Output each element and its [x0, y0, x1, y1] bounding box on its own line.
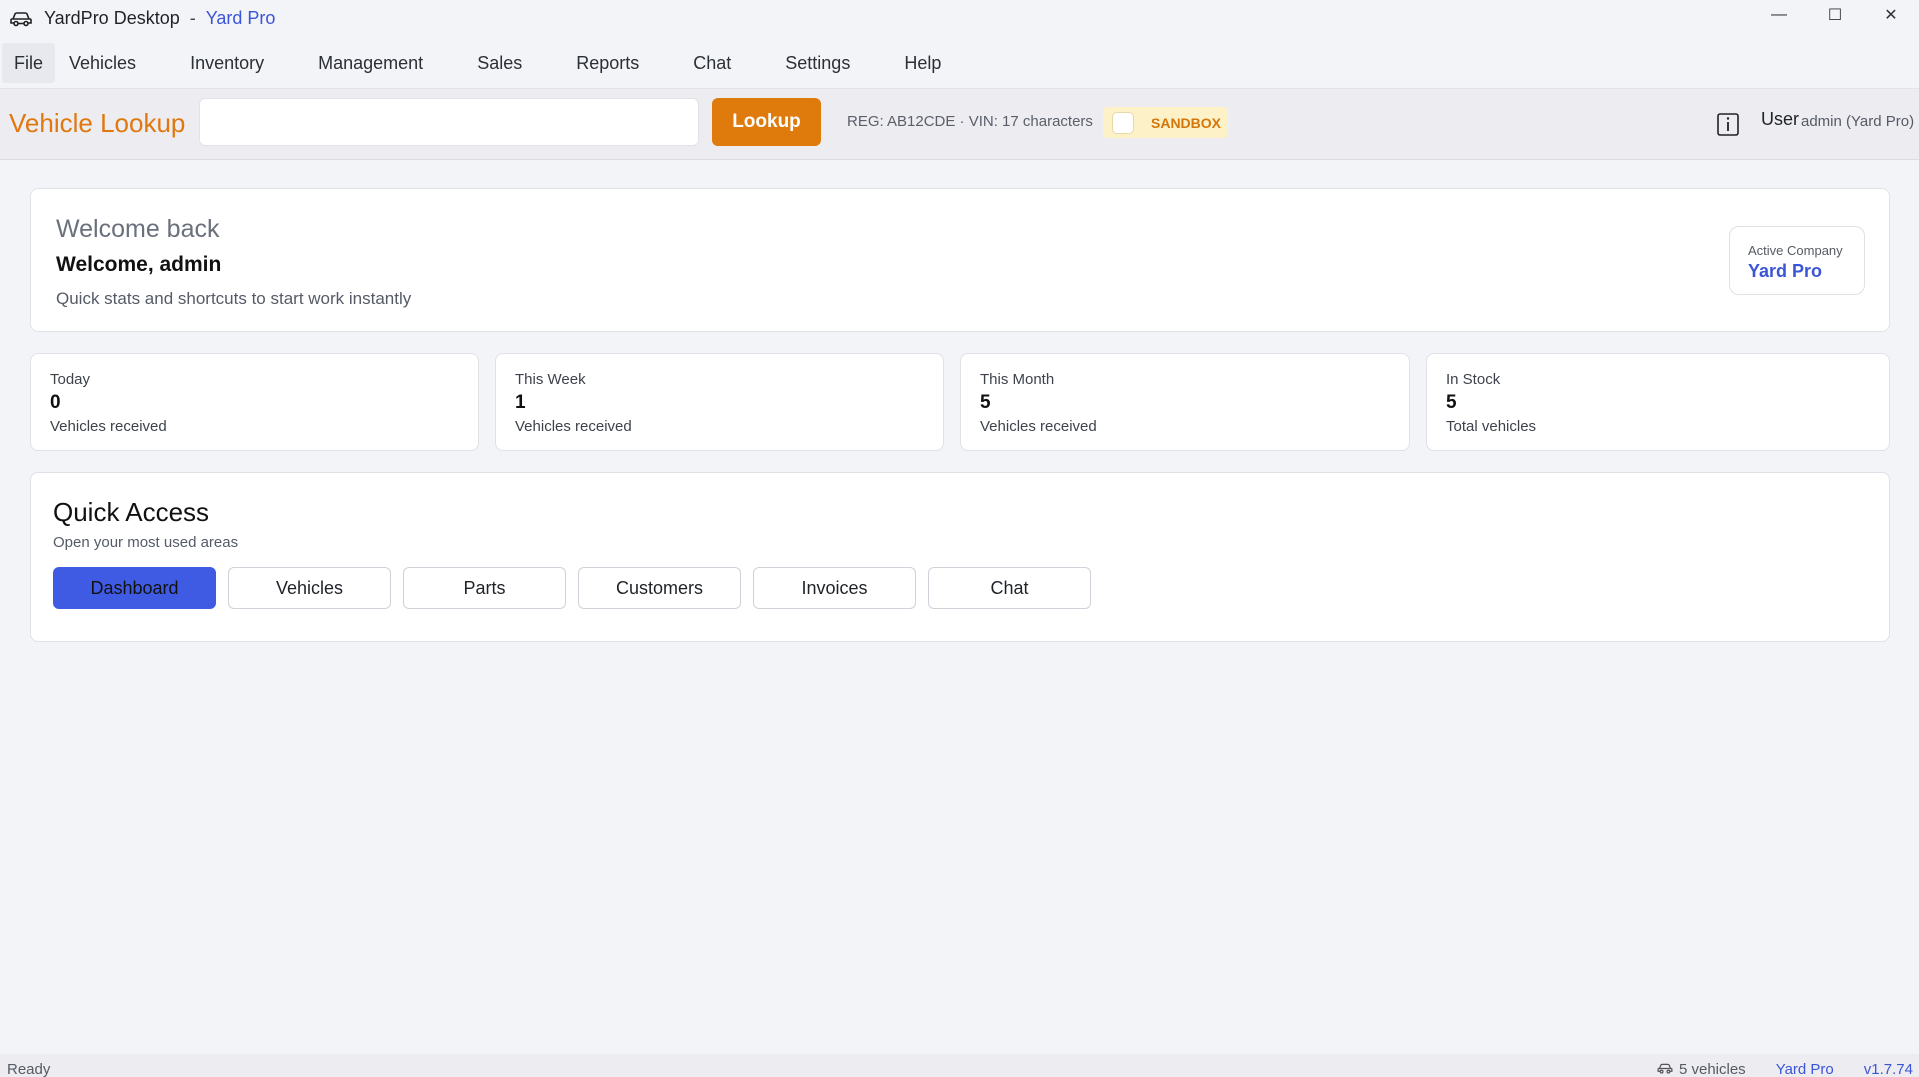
stat-sub: Total vehicles	[1446, 418, 1537, 435]
quick-access-subtitle: Open your most used areas	[53, 534, 239, 551]
welcome-title: Welcome, admin	[56, 253, 222, 276]
quick-vehicles-button[interactable]: Vehicles	[228, 567, 391, 609]
quick-parts-button[interactable]: Parts	[403, 567, 566, 609]
user-label: User	[1761, 109, 1800, 129]
sandbox-checkbox[interactable]	[1112, 111, 1134, 134]
stat-label: In Stock	[1446, 371, 1501, 388]
quick-access-title: Quick Access	[53, 497, 210, 527]
app-title: YardPro Desktop	[44, 8, 180, 28]
car-icon	[1657, 1061, 1679, 1077]
welcome-eyebrow: Welcome back	[56, 215, 220, 243]
menu-sales[interactable]: Sales	[463, 43, 536, 83]
stat-sub: Vehicles received	[515, 418, 632, 435]
quick-chat-button[interactable]: Chat	[928, 567, 1091, 609]
title-separator: -	[189, 8, 196, 28]
status-vehicles: 5 vehicles	[1657, 1061, 1746, 1077]
quick-invoices-button[interactable]: Invoices	[753, 567, 916, 609]
stat-card-in-stock: In Stock 5 Total vehicles	[1426, 353, 1890, 451]
active-company-name: Yard Pro	[1748, 261, 1823, 281]
stat-value: 1	[515, 392, 526, 413]
title-company: Yard Pro	[205, 8, 276, 28]
stat-label: This Week	[515, 371, 586, 388]
vehicle-lookup-input[interactable]	[199, 98, 699, 146]
status-bar: Ready 5 vehicles Yard Pro v1.7.74	[0, 1054, 1919, 1077]
maximize-button[interactable]: ☐	[1807, 0, 1863, 30]
quick-dashboard-button[interactable]: Dashboard	[53, 567, 216, 609]
close-icon: ✕	[1884, 7, 1898, 24]
active-company-box: Active Company Yard Pro	[1729, 226, 1865, 295]
menu-settings[interactable]: Settings	[771, 43, 864, 83]
menu-vehicles[interactable]: Vehicles	[55, 43, 150, 83]
status-right: 5 vehicles Yard Pro v1.7.74	[1657, 1061, 1913, 1077]
stat-label: Today	[50, 371, 91, 388]
sandbox-toggle[interactable]: SANDBOX	[1103, 107, 1228, 138]
status-version: v1.7.74	[1863, 1061, 1913, 1077]
menu-management[interactable]: Management	[304, 43, 437, 83]
menu-reports[interactable]: Reports	[562, 43, 653, 83]
sandbox-label: SANDBOX	[1151, 114, 1222, 131]
lookup-title: Vehicle Lookup	[9, 108, 186, 138]
welcome-subtitle: Quick stats and shortcuts to start work …	[56, 289, 412, 308]
stat-value: 5	[1446, 392, 1457, 413]
car-icon	[10, 9, 34, 29]
menu-inventory[interactable]: Inventory	[176, 43, 278, 83]
menu-file[interactable]: File	[2, 43, 56, 83]
stat-label: This Month	[980, 371, 1055, 388]
quick-customers-button[interactable]: Customers	[578, 567, 741, 609]
quick-access-buttons: Dashboard Vehicles Parts Customers Invoi…	[53, 567, 1103, 609]
status-company: Yard Pro	[1775, 1061, 1834, 1077]
lookup-hint: REG: AB12CDE · VIN: 17 characters	[847, 113, 1093, 130]
quick-access-card: Quick Access Open your most used areas D…	[30, 472, 1890, 642]
vehicle-lookup-bar: Vehicle Lookup Lookup REG: AB12CDE · VIN…	[0, 88, 1919, 160]
menu-help[interactable]: Help	[890, 43, 955, 83]
stat-card-this-week: This Week 1 Vehicles received	[495, 353, 944, 451]
stat-value: 0	[50, 392, 61, 413]
status-vehicle-count: 5 vehicles	[1678, 1061, 1746, 1077]
menu-chat[interactable]: Chat	[679, 43, 745, 83]
title-bar: YardPro Desktop - Yard Pro — ☐ ✕	[0, 0, 1919, 37]
minimize-icon: —	[1771, 6, 1787, 23]
minimize-button[interactable]: —	[1751, 0, 1807, 30]
user-value: admin (Yard Pro)	[1801, 113, 1915, 130]
welcome-card: Welcome back Welcome, admin Quick stats …	[30, 188, 1890, 332]
stat-value: 5	[980, 392, 991, 413]
lookup-button[interactable]: Lookup	[712, 98, 821, 146]
info-icon[interactable]	[1717, 113, 1739, 136]
menu-bar: File Vehicles Inventory Management Sales…	[0, 41, 1919, 85]
maximize-icon: ☐	[1827, 7, 1843, 24]
active-company-label: Active Company	[1748, 243, 1843, 258]
status-text: Ready	[7, 1061, 51, 1077]
stat-sub: Vehicles received	[980, 418, 1097, 435]
stat-card-this-month: This Month 5 Vehicles received	[960, 353, 1410, 451]
close-button[interactable]: ✕	[1863, 0, 1919, 30]
window-controls: — ☐ ✕	[1751, 0, 1919, 30]
stat-card-today: Today 0 Vehicles received	[30, 353, 479, 451]
stat-sub: Vehicles received	[50, 418, 167, 435]
